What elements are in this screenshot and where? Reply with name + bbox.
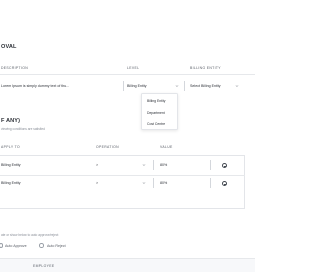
remove-condition-icon[interactable]	[222, 162, 228, 168]
level-option-billing-entity[interactable]: Billing Entity	[147, 99, 165, 103]
billing-entity-select[interactable]: Select Billing Entity	[188, 80, 250, 92]
operation-select-value: >	[96, 180, 99, 185]
level-select-value: Billing Entity	[127, 83, 147, 88]
cell-divider	[153, 160, 154, 170]
auto-action-prompt: ate or show below to auto approve/reject	[1, 233, 59, 237]
operation-select-value: >	[96, 162, 99, 167]
column-header-employee: EMPLOYEE	[33, 264, 55, 268]
column-header-apply-to: APPLY TO	[1, 145, 20, 149]
column-header-level: LEVEL	[127, 66, 140, 70]
column-header-description: DESCRIPTION	[1, 66, 29, 70]
column-header-value: VALUE	[160, 145, 173, 149]
column-header-billing-entity: BILLING ENTITY	[190, 66, 221, 70]
chevron-down-icon	[142, 182, 146, 184]
approval-description: Lorem Ipsum is simply dummy text of thu.…	[1, 83, 70, 88]
operation-select[interactable]: >	[92, 159, 152, 171]
level-dropdown-menu: Billing Entity Department Cost Centre	[141, 93, 178, 130]
header-divider	[0, 74, 255, 75]
condition-apply-to: Billing Entity	[1, 181, 21, 185]
condition-value[interactable]: 80%	[160, 163, 167, 167]
level-option-cost-centre[interactable]: Cost Centre	[147, 122, 165, 126]
billing-entity-select-value: Select Billing Entity	[190, 83, 221, 88]
auto-reject-label[interactable]: Auto Reject	[47, 244, 66, 248]
approval-section-title: OVAL	[1, 44, 17, 50]
cell-divider	[183, 81, 185, 91]
chevron-down-icon	[175, 85, 179, 87]
condition-apply-to: Billing Entity	[1, 163, 21, 167]
level-option-department[interactable]: Department	[147, 111, 165, 115]
level-select[interactable]: Billing Entity	[125, 80, 183, 92]
chevron-down-icon	[142, 164, 146, 166]
cell-divider	[153, 178, 154, 188]
cell-divider	[210, 178, 211, 188]
row-divider	[0, 174, 245, 176]
auto-approve-label[interactable]: Auto Approve	[5, 244, 27, 248]
conditions-subtitle: viewing conditions are satisfied	[1, 127, 45, 131]
cell-divider	[210, 160, 211, 170]
cell-divider	[123, 81, 124, 91]
remove-condition-icon[interactable]	[222, 180, 228, 186]
operation-select[interactable]: >	[92, 177, 152, 189]
column-header-operation: OPERATION	[96, 145, 119, 149]
conditions-section-title: F ANY)	[1, 118, 21, 124]
chevron-down-icon	[235, 85, 239, 87]
auto-reject-radio[interactable]	[39, 243, 44, 248]
auto-approve-radio[interactable]	[0, 243, 4, 248]
condition-value[interactable]: 80%	[160, 181, 167, 185]
